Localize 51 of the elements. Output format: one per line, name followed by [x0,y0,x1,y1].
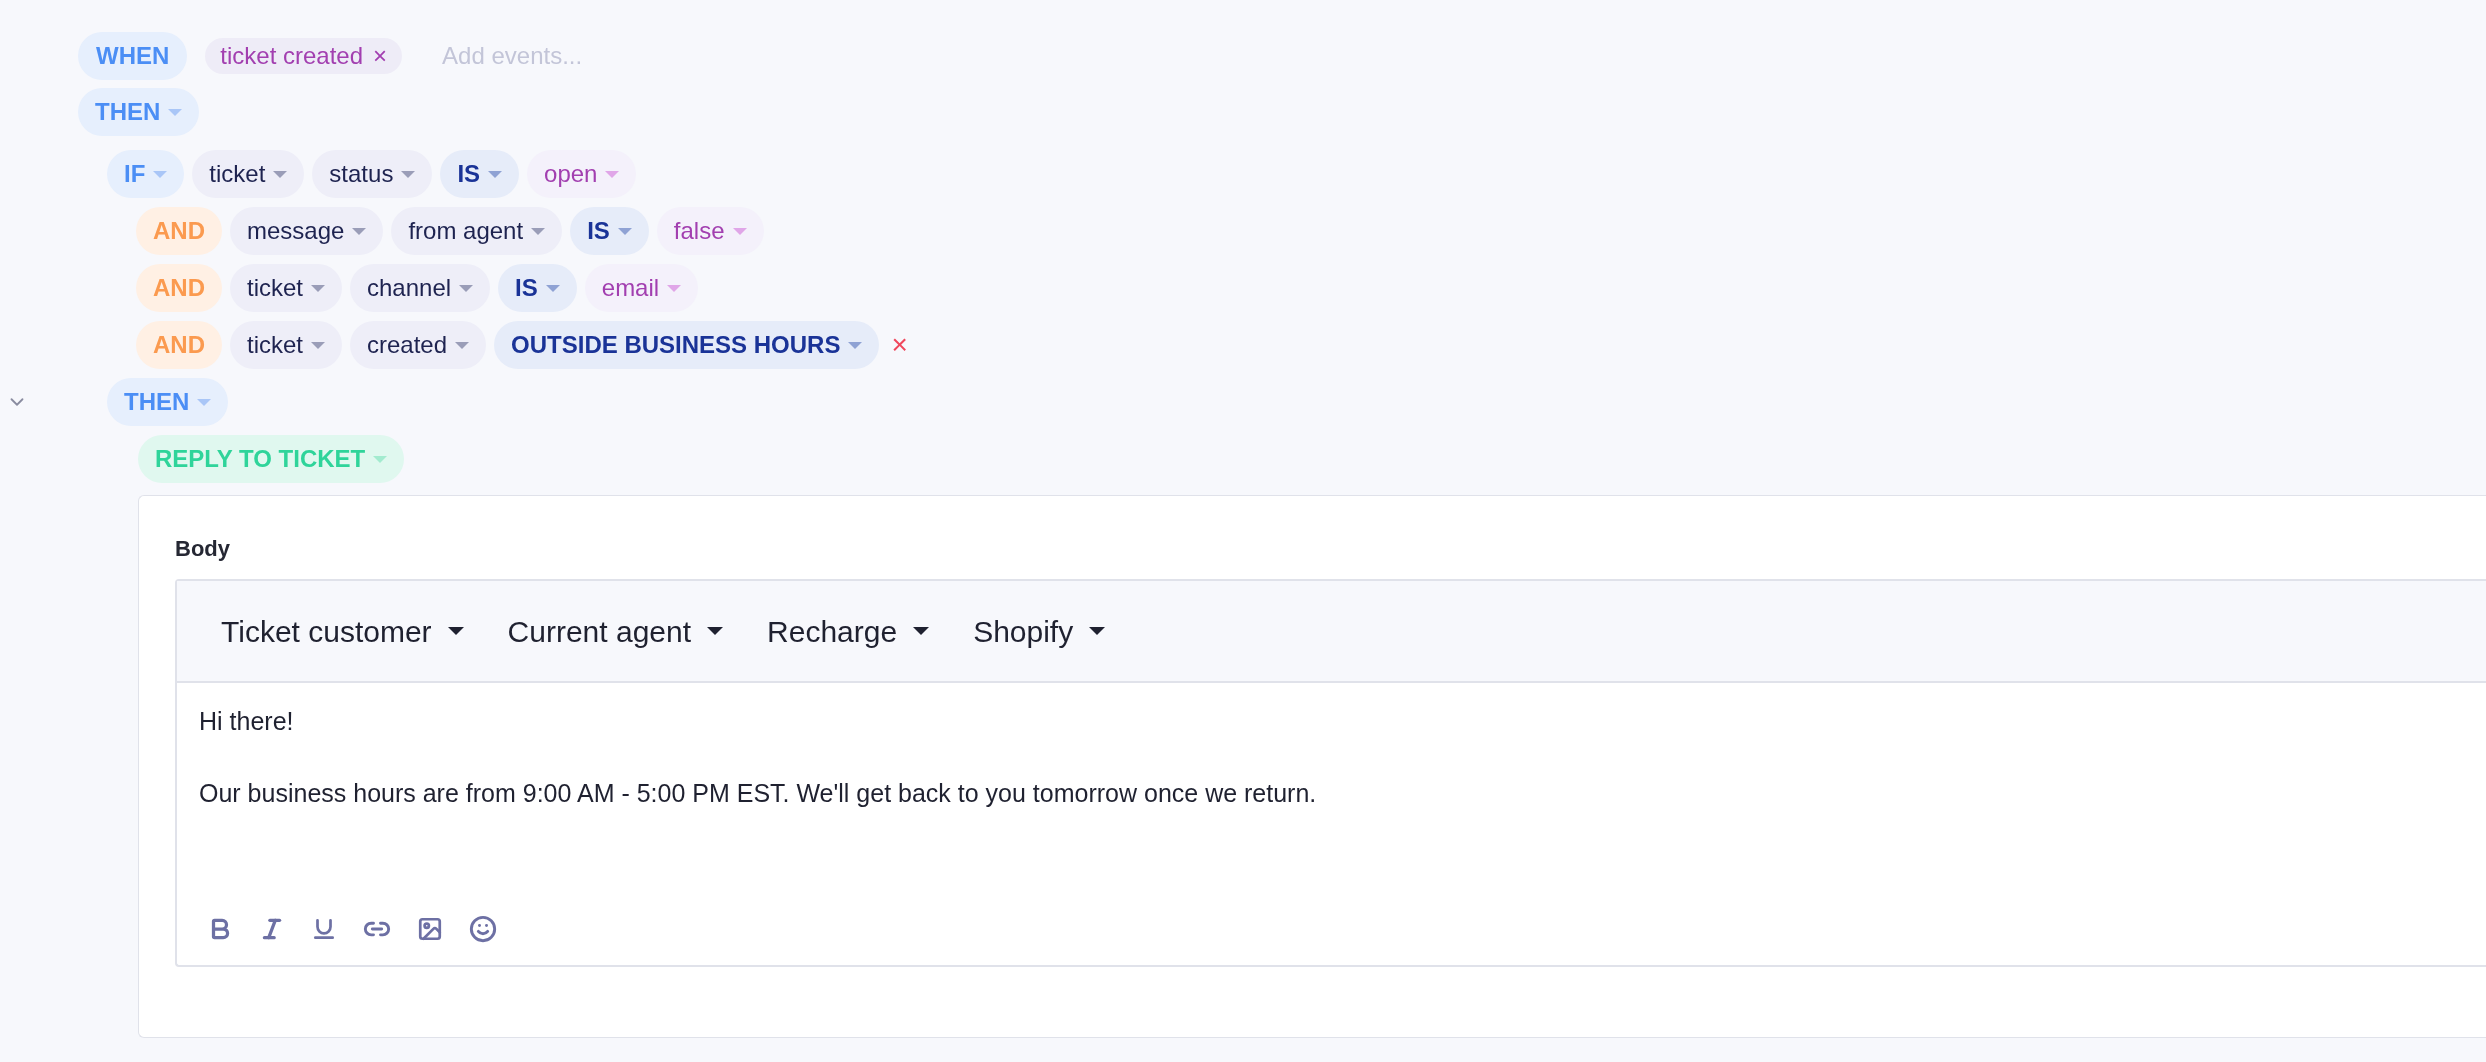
caret-icon [447,627,464,635]
caret-icon [459,284,474,292]
token-dropdown[interactable]: status [312,150,433,198]
caret-icon [488,170,503,178]
underline-icon[interactable] [311,916,337,942]
caret-icon [311,341,325,349]
token-dropdown[interactable]: message [230,207,384,255]
caret-icon [913,627,930,635]
token-dropdown[interactable]: created [350,321,487,369]
token-dropdown[interactable]: false [656,207,764,255]
token-dropdown[interactable]: ticket [192,150,305,198]
token-dropdown[interactable]: channel [350,264,491,312]
caret-icon [707,627,724,635]
caret-icon [617,227,632,235]
caret-icon [545,284,560,292]
token-dropdown[interactable]: OUTSIDE BUSINESS HOURS [494,321,880,369]
caret-icon [168,108,183,116]
caret-icon [373,455,388,463]
token-dropdown[interactable]: email [584,264,699,312]
caret-icon [848,341,863,349]
caret-icon [531,227,546,235]
variable-dropdown[interactable]: Recharge [767,608,930,654]
caret-icon [153,170,168,178]
caret-icon [667,284,682,292]
variable-dropdown[interactable]: Current agent [507,608,724,654]
message-text: Our business hours are from 9:00 AM - 5:00 PM EST. We'll get back to you tomorrow once we return. [199,777,1318,809]
token-dropdown[interactable]: open [527,150,637,198]
message-text: Hi there! [199,706,295,737]
variable-dropdown[interactable]: Shopify [973,608,1106,654]
image-icon[interactable] [417,916,443,942]
token-dropdown[interactable]: from agent [391,207,563,255]
emoji-icon[interactable] [469,915,497,943]
token-dropdown[interactable]: IS [570,207,649,255]
token-dropdown[interactable]: ticket [230,321,342,369]
caret-icon [1089,627,1106,635]
caret-icon [401,170,416,178]
when-label: WHEN [78,32,188,80]
event-label: ticket created [220,41,364,71]
variable-dropdown[interactable]: Ticket customer [221,608,464,654]
token-dropdown[interactable]: IS [440,150,520,198]
token-dropdown[interactable]: IS [498,264,577,312]
caret-icon [352,227,367,235]
caret-icon [311,284,325,292]
caret-icon [455,341,470,349]
remove-button[interactable]: × [373,44,388,68]
caret-icon [605,170,620,178]
body-label: Body [175,535,231,563]
caret-icon [732,227,747,235]
caret-icon [197,398,212,406]
caret-icon [273,170,288,178]
token-dropdown[interactable]: ticket [230,264,342,312]
